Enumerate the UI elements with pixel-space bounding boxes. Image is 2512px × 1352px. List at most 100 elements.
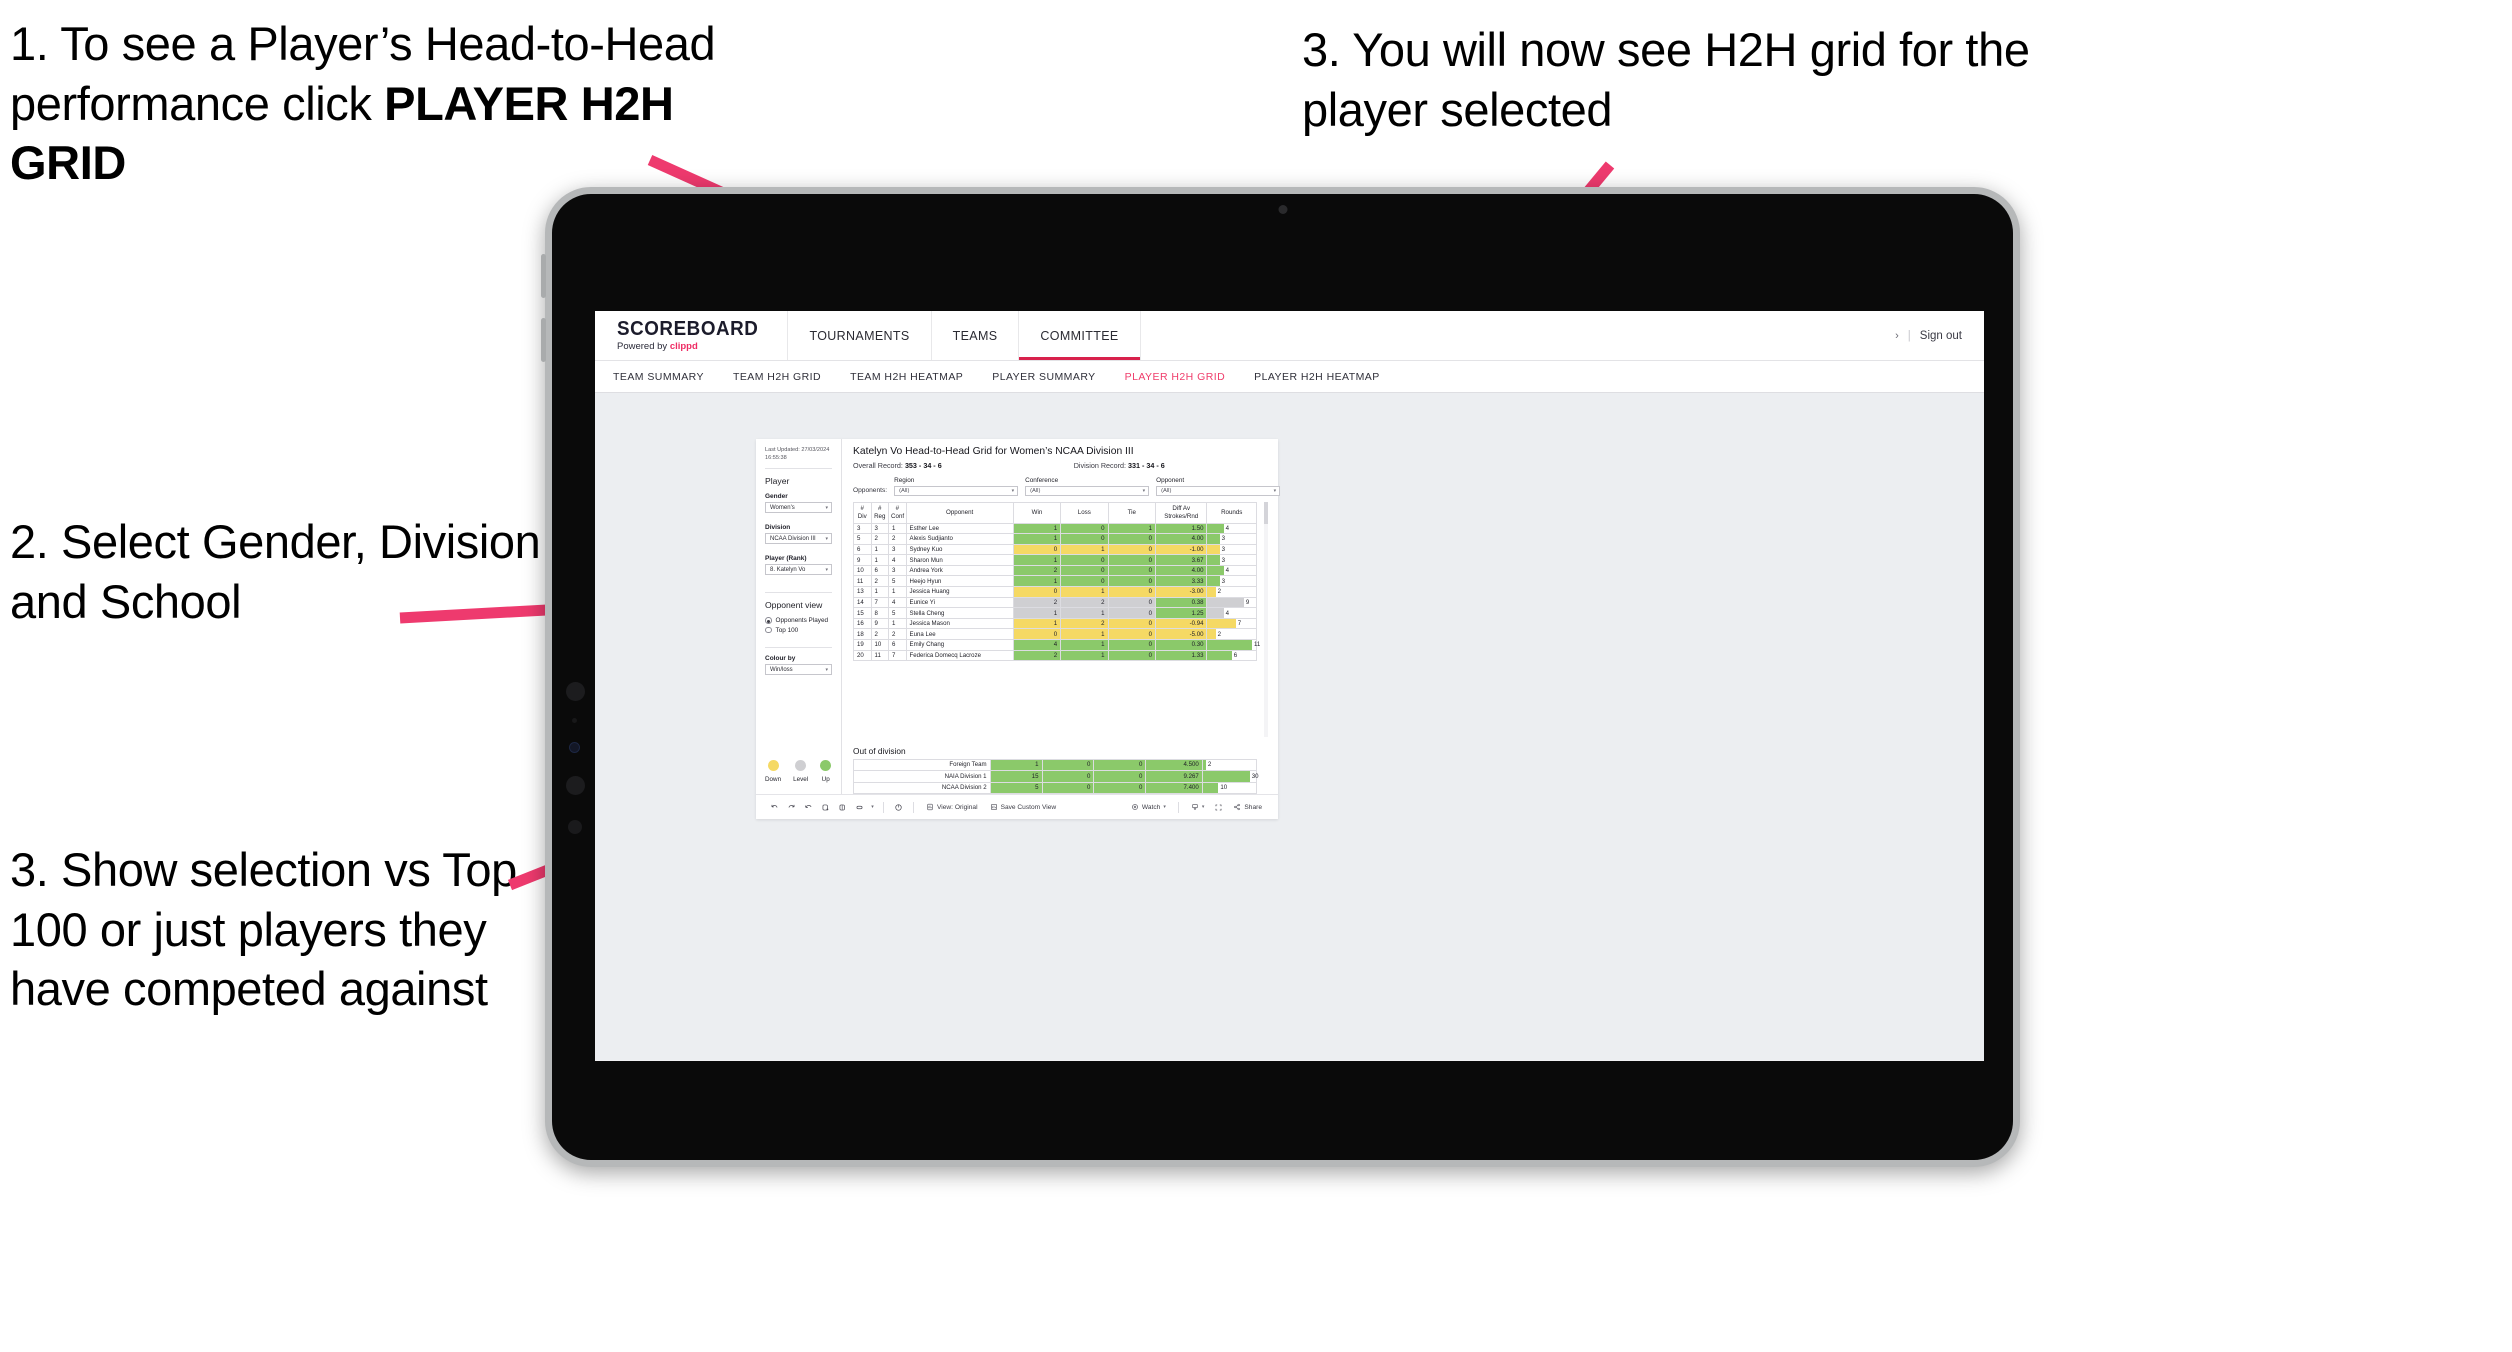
nav-item-committee[interactable]: COMMITTEE: [1019, 311, 1141, 360]
table-row[interactable]: 3 3 1 Esther Lee 1 0 1 1.50 4: [853, 522, 1257, 535]
revert-icon[interactable]: [800, 803, 817, 812]
cell-rounds: 10: [1201, 781, 1258, 794]
filter-region-select[interactable]: (All) ▾: [894, 485, 1019, 496]
download-button[interactable]: ▾: [1185, 803, 1211, 811]
cell-opponent: Stella Cheng: [905, 607, 1014, 619]
col-conf: # Conf: [888, 501, 907, 524]
colour-legend: Down Level Up: [765, 760, 832, 794]
header-divider: |: [1907, 329, 1911, 342]
sign-out-link[interactable]: Sign out: [1920, 330, 1962, 342]
tab-team-h2h-grid[interactable]: TEAM H2H GRID: [733, 371, 839, 383]
rounds-bar: [1207, 640, 1252, 650]
cell-loss: 0: [1041, 770, 1095, 783]
table-row[interactable]: 14 7 4 Eunice Yi 2 2 0 0.38 9: [853, 596, 1257, 609]
cell-conf: 7: [888, 649, 907, 662]
cell-rounds: 4: [1206, 564, 1257, 577]
table-row[interactable]: 16 9 1 Jessica Mason 1 2 0 -0.94 7: [853, 617, 1257, 630]
table-row[interactable]: NCAA Division 2 5 0 0 7.400 10: [853, 781, 1258, 794]
table-row[interactable]: 19 10 6 Emily Chang 4 1 0 0.30 11: [853, 639, 1260, 651]
out-of-division-body: Foreign Team 1 0 0 4.500 2 NAIA Division 1 15 0 0…: [853, 758, 1259, 794]
table-row[interactable]: 20 11 7 Federica Domecq Lacroze 2 1 0 1.33 6: [853, 649, 1257, 662]
visualization-main: Katelyn Vo Head-to-Head Grid for Women’s…: [842, 439, 1281, 794]
refresh-icon[interactable]: [817, 803, 834, 812]
table-row[interactable]: NAIA Division 1 15 0 0 9.267 30: [853, 770, 1259, 783]
tab-team-summary[interactable]: TEAM SUMMARY: [613, 371, 722, 383]
h2h-grid-table: # Div # Reg # Conf Opponent Win Loss Tie Di…: [853, 501, 1260, 662]
colour-by-select[interactable]: Win/loss ▾: [765, 664, 832, 676]
cell-tie: 0: [1107, 639, 1156, 651]
player-rank-select[interactable]: 8. Katelyn Vo ▾: [765, 564, 832, 576]
division-select[interactable]: NCAA Division III ▾: [765, 533, 832, 545]
table-row[interactable]: 10 6 3 Andrea York 2 0 0 4.00 4: [853, 564, 1257, 577]
view-original-button[interactable]: View: Original: [920, 803, 984, 811]
grid-scrollbar-thumb[interactable]: [1264, 501, 1268, 524]
cell-loss: 2: [1060, 617, 1109, 630]
table-row[interactable]: 18 2 2 Euna Lee 0 1 0 -5.00 2: [853, 628, 1257, 641]
table-row[interactable]: 11 2 5 Heejo Hyun 1 0 0 3.33 3: [853, 575, 1257, 588]
filter-opponent-label: Opponent: [1156, 477, 1185, 484]
cell-loss: 1: [1060, 586, 1109, 598]
save-custom-view-button[interactable]: Save Custom View: [984, 803, 1063, 811]
table-row[interactable]: 5 2 2 Alexis Sudjianto 1 0 0 4.00 3: [853, 533, 1257, 545]
tab-player-h2h-grid[interactable]: PLAYER H2H GRID: [1125, 371, 1244, 383]
header-right-cluster: › | Sign out: [1873, 311, 1984, 360]
filter-conference-select[interactable]: (All) ▾: [1025, 485, 1150, 496]
cell-conf: 3: [888, 564, 907, 577]
cell-rounds: 11: [1206, 639, 1260, 651]
grid-scrollbar-track[interactable]: [1264, 501, 1268, 737]
filter-opponent: Opponent (All) ▾: [1156, 477, 1281, 496]
cell-reg: 7: [870, 596, 890, 609]
tab-player-summary[interactable]: PLAYER SUMMARY: [992, 371, 1113, 383]
cell-loss: 1: [1060, 543, 1109, 556]
pause-icon[interactable]: [834, 803, 851, 812]
cell-reg: 8: [870, 607, 890, 619]
fullscreen-icon[interactable]: [1210, 803, 1227, 812]
rounds-value: 3: [1221, 556, 1225, 564]
redo-icon[interactable]: [783, 803, 800, 812]
tablet-screen: SCOREBOARD Powered by clippd TOURNAMENTS…: [595, 311, 1984, 1061]
filter-region-label: Region: [894, 477, 915, 484]
tablet-device-frame: SCOREBOARD Powered by clippd TOURNAMENTS…: [541, 187, 2020, 1167]
table-row[interactable]: 9 1 4 Sharon Mun 1 0 0 3.67 3: [853, 554, 1257, 566]
share-button[interactable]: Share: [1227, 803, 1268, 811]
cell-tie: 0: [1107, 586, 1156, 598]
filter-conference-label: Conference: [1025, 477, 1059, 484]
tab-team-h2h-heatmap[interactable]: TEAM H2H HEATMAP: [850, 371, 981, 383]
cell-diff: 0.30: [1154, 639, 1208, 651]
pan-icon[interactable]: [851, 803, 868, 812]
cell-diff: 3.67: [1154, 554, 1208, 566]
cell-opponent: Jessica Huang: [905, 586, 1014, 598]
undo-icon[interactable]: [766, 803, 783, 812]
table-row[interactable]: Foreign Team 1 0 0 4.500 2: [853, 758, 1258, 771]
col-diff: Diff Av Strokes/Rnd: [1154, 501, 1208, 524]
watch-button[interactable]: Watch ▾: [1125, 803, 1172, 811]
table-row[interactable]: 6 1 3 Sydney Kuo 0 1 0 -1.00 3: [853, 543, 1257, 556]
cell-rounds: 30: [1201, 770, 1259, 783]
cell-loss: 0: [1060, 554, 1109, 566]
nav-item-teams[interactable]: TEAMS: [932, 311, 1020, 360]
gender-label: Gender: [765, 493, 788, 501]
cell-conf: 4: [888, 554, 907, 566]
rounds-bar: [1207, 608, 1224, 618]
cell-win: 0: [1012, 586, 1062, 598]
tab-player-h2h-heatmap[interactable]: PLAYER H2H HEATMAP: [1254, 371, 1398, 383]
cell-loss: 0: [1060, 522, 1109, 535]
table-row[interactable]: 15 8 5 Stella Cheng 1 1 0 1.25 4: [853, 607, 1257, 619]
filter-sidebar: Last Updated: 27/03/2024 16:55:38 Player…: [756, 439, 842, 794]
radio-top-100[interactable]: Top 100: [765, 627, 832, 634]
brand-logo[interactable]: SCOREBOARD Powered by clippd: [595, 311, 789, 360]
legend-label-down: Down: [765, 776, 782, 783]
nav-item-tournaments[interactable]: TOURNAMENTS: [788, 311, 932, 360]
highlight-icon[interactable]: [890, 803, 907, 812]
dashboard-canvas: Last Updated: 27/03/2024 16:55:38 Player…: [595, 393, 1984, 1060]
radio-opponents-played[interactable]: Opponents Played: [765, 617, 832, 624]
cell-rounds: 3: [1206, 533, 1257, 545]
cell-loss: 1: [1060, 607, 1109, 619]
filter-opponent-select[interactable]: (All) ▾: [1156, 485, 1281, 496]
gender-select[interactable]: Women's ▾: [765, 502, 832, 514]
chevron-down-icon[interactable]: ▾: [868, 804, 877, 810]
view-original-label: View: Original: [937, 803, 978, 811]
radio-opponents-played-label: Opponents Played: [775, 617, 829, 625]
annotation-step-1: 1. To see a Player’s Head-to-Head perfor…: [10, 14, 750, 193]
table-row[interactable]: 13 1 1 Jessica Huang 0 1 0 -3.00 2: [853, 586, 1257, 598]
